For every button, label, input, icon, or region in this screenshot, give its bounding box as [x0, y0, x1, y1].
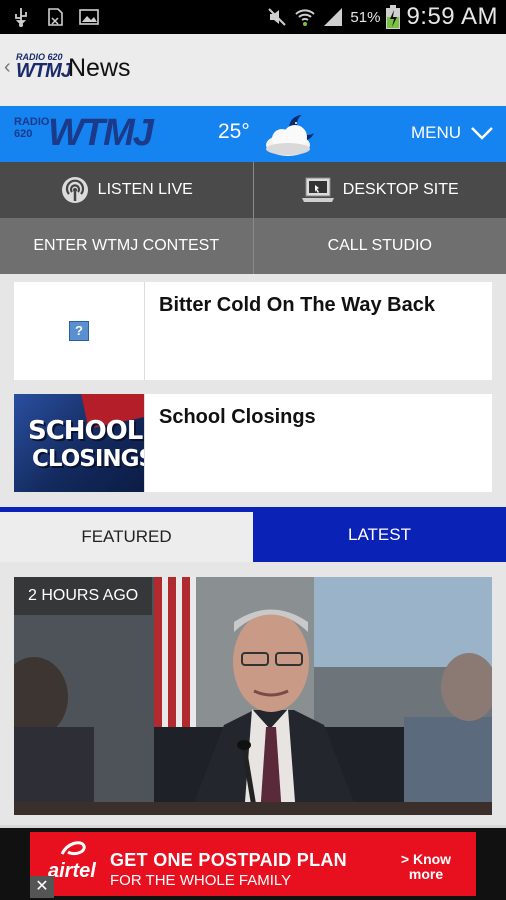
news-item[interactable]: ? Bitter Cold On The Way Back	[14, 282, 492, 380]
temperature: 25°	[218, 120, 250, 143]
station-logo-big: WTMJ	[48, 112, 154, 154]
ad-subline: FOR THE WHOLE FAMILY	[110, 872, 292, 889]
status-bar: 51% 9:59 AM	[0, 0, 506, 34]
ad-banner-container: airtel GET ONE POSTPAID PLAN FOR THE WHO…	[0, 828, 506, 900]
antenna-icon	[61, 177, 88, 203]
laptop-icon	[301, 177, 334, 202]
image-icon	[79, 9, 99, 25]
usb-icon	[15, 8, 27, 27]
action-bar: ‹ RADIO 620 WTMJ News	[0, 34, 506, 106]
app-logo-line2: WTMJ	[16, 60, 72, 82]
call-studio-label: CALL STUDIO	[327, 237, 432, 254]
secondary-actions: ENTER WTMJ CONTEST CALL STUDIO	[0, 218, 506, 274]
news-title: School Closings	[159, 406, 316, 428]
primary-actions: LISTEN LIVE DESKTOP SITE	[0, 162, 506, 218]
news-title: Bitter Cold On The Way Back	[159, 294, 435, 316]
menu-button[interactable]: MENU	[411, 123, 461, 143]
night-cloud-icon	[266, 113, 319, 156]
enter-contest-label: ENTER WTMJ CONTEST	[33, 237, 220, 254]
close-icon[interactable]: ✕	[30, 876, 54, 898]
enter-contest-button[interactable]: ENTER WTMJ CONTEST	[0, 218, 253, 274]
featured-story[interactable]: 2 HOURS AGO	[14, 577, 492, 815]
news-thumbnail: SCHOOL CLOSINGS	[14, 394, 145, 492]
tab-bar: FEATURED LATEST	[0, 507, 506, 562]
sd-card-icon	[48, 8, 63, 26]
ad-brand: airtel	[48, 860, 96, 882]
ad-headline: GET ONE POSTPAID PLAN	[110, 850, 347, 870]
station-logo-small: RADIO 620	[14, 116, 50, 140]
school-thumb-line1: SCHOOL	[28, 416, 143, 446]
app-logo[interactable]: RADIO 620 WTMJ	[16, 52, 72, 88]
back-chevron-icon[interactable]: ‹	[4, 56, 11, 79]
station-header: RADIO 620 WTMJ 25° MENU	[0, 106, 506, 162]
ad-cta[interactable]: > Know more	[386, 852, 466, 882]
tab-featured[interactable]: FEATURED	[0, 512, 253, 562]
clock: 9:59 AM	[406, 3, 498, 30]
news-thumbnail: ?	[14, 282, 145, 380]
page-title: News	[68, 54, 131, 82]
wifi-icon	[295, 9, 316, 26]
desktop-site-button[interactable]: DESKTOP SITE	[252, 162, 506, 218]
desktop-site-label: DESKTOP SITE	[342, 181, 459, 198]
listen-live-button[interactable]: LISTEN LIVE	[0, 162, 253, 218]
broken-image-icon: ?	[69, 321, 89, 341]
battery-charging-icon	[386, 5, 401, 29]
time-badge: 2 HOURS AGO	[14, 577, 153, 615]
tab-latest[interactable]: LATEST	[253, 507, 506, 562]
news-item[interactable]: SCHOOL CLOSINGS School Closings	[14, 394, 492, 492]
airtel-logo-icon	[60, 841, 86, 856]
school-thumb-line2: CLOSINGS	[32, 446, 145, 472]
listen-live-label: LISTEN LIVE	[97, 181, 193, 198]
ad-banner[interactable]: airtel GET ONE POSTPAID PLAN FOR THE WHO…	[30, 832, 476, 896]
mute-icon	[268, 8, 287, 26]
call-studio-button[interactable]: CALL STUDIO	[252, 218, 506, 274]
signal-icon	[324, 8, 343, 26]
chevron-down-icon[interactable]	[470, 124, 494, 142]
battery-percent: 51%	[350, 8, 381, 26]
